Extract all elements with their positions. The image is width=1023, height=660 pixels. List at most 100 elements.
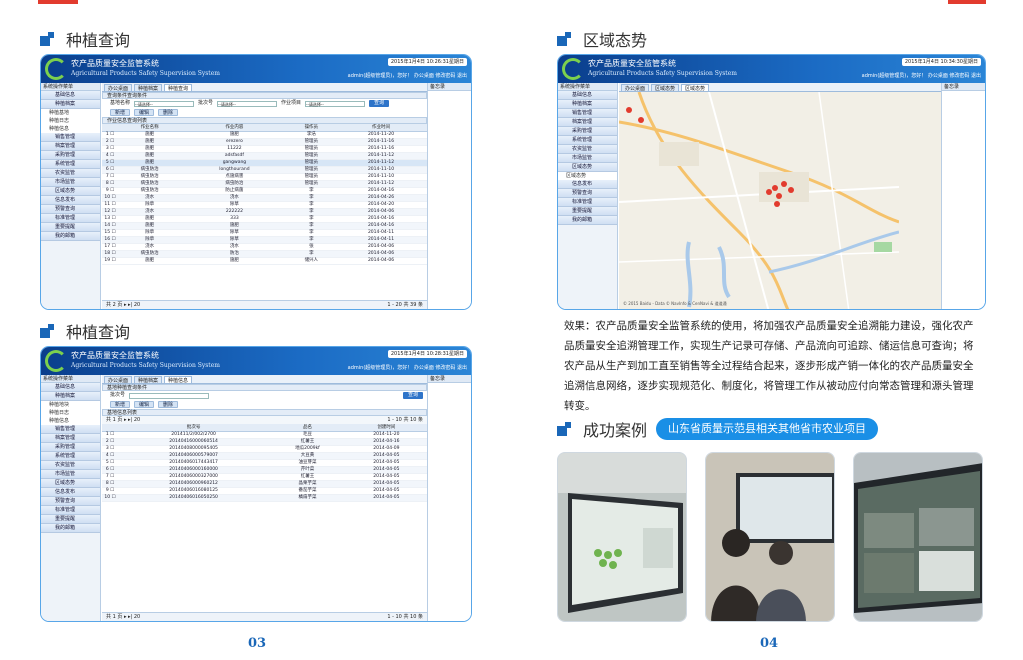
col-header[interactable]: 作业内容 [181,124,288,132]
top-pager-controls[interactable]: 共 1 页 ▸ ▸| 20 [106,417,140,423]
row-checkbox[interactable]: 18 ☐ [102,250,118,258]
add-button[interactable]: 新增 [110,109,131,116]
table-row[interactable]: 9 ☐ 病虫防治 防止病菌李 2014-04-16 [102,187,427,195]
sidebar-item[interactable]: 销售管理 [41,425,100,434]
table-row[interactable]: 3 ☐ 施肥 11222 管理员 2014-11-16 [102,145,427,153]
row-checkbox[interactable]: 19 ☐ [102,257,118,265]
batch-select[interactable]: --请选择-- [217,100,278,107]
sidebar-item[interactable]: 系统管理 [558,136,617,145]
sidebar-item[interactable]: 市场监管 [41,470,100,479]
tab-regional-active[interactable]: 区域态势 [681,84,710,92]
batch-input[interactable] [129,392,210,399]
sidebar-item[interactable]: 预警查询 [41,497,100,506]
sidebar-item[interactable]: 预警查询 [41,205,100,214]
table-row[interactable]: 3 ☐ 20140408000095405 地瓜2009kf 2014-04-09 [102,445,427,453]
table-row[interactable]: 6 ☐ 病虫防治 longthourand 管理员 2014-11-10 [102,166,427,174]
table-row[interactable]: 10 ☐ 20140406016050250 橘扇芋菜 2014-04-05 [102,494,427,502]
row-checkbox[interactable]: 3 ☐ [102,145,118,153]
pager-controls[interactable]: 共 2 页 ▸ ▸| 20 [106,302,140,308]
table-row[interactable]: 8 ☐ 病虫防治 病虫防治 管理员 2014-11-12 [102,180,427,188]
table-row[interactable]: 13 ☐ 施肥 333 李 2014-04-16 [102,215,427,223]
sidebar-subitem[interactable]: 种植日志 [41,117,100,125]
row-checkbox[interactable]: 15 ☐ [102,229,118,237]
sidebar-item[interactable]: 标准管理 [558,198,617,207]
sidebar-item[interactable]: 档案管理 [41,434,100,443]
sidebar-item[interactable]: 采购管理 [41,151,100,160]
sidebar-item[interactable]: 预警查询 [558,189,617,198]
sidebar-item[interactable]: 信息发布 [558,180,617,189]
sidebar-item[interactable]: 基础信息 [558,91,617,100]
row-checkbox[interactable]: 10 ☐ [102,494,118,502]
row-checkbox[interactable]: 4 ☐ [102,152,118,160]
sidebar-item[interactable]: 我的邮箱 [558,216,617,225]
sidebar-subitem[interactable]: 种植日志 [41,409,100,417]
query-button[interactable]: 查询 [369,100,390,107]
row-checkbox[interactable]: 10 ☐ [102,194,118,202]
sidebar-item[interactable]: 重要提醒 [41,515,100,524]
sidebar-item[interactable]: 种植档案 [558,100,617,109]
sidebar-item[interactable]: 标准管理 [41,506,100,515]
col-header[interactable]: 品名 [269,424,346,432]
sidebar-item[interactable]: 市场监管 [558,154,617,163]
sidebar-item[interactable]: 我的邮箱 [41,232,100,241]
user-bar[interactable]: admin(超级管理员)，您好！ 办公桌面 修改密码 退出 [348,72,467,79]
user-bar[interactable]: admin(超级管理员)，您好！ 办公桌面 修改密码 退出 [348,364,467,371]
table-row[interactable]: 2 ☐ 20140416000060514 红薯王 2014-04-16 [102,438,427,446]
row-checkbox[interactable]: 7 ☐ [102,473,118,481]
sidebar-item[interactable]: 区域态势 [558,163,617,172]
sidebar-item[interactable]: 档案管理 [558,118,617,127]
sidebar-item[interactable]: 基础信息 [41,91,100,100]
table-row[interactable]: 2 ☐ 施肥 erezero 管理员 2014-11-16 [102,138,427,146]
sidebar-item[interactable]: 系统管理 [41,160,100,169]
sidebar-subitem[interactable]: 种植基地 [41,109,100,117]
table-row[interactable]: 4 ☐ 施肥 adsfasdf 管理员 2014-11-12 [102,152,427,160]
row-checkbox[interactable]: 2 ☐ [102,438,118,446]
row-checkbox[interactable]: 11 ☐ [102,201,118,209]
table-row[interactable]: 8 ☐ 20140406000960212 晶栗芋菜 2014-04-05 [102,480,427,488]
sidebar-item[interactable]: 种植档案 [41,100,100,109]
row-checkbox[interactable]: 16 ☐ [102,236,118,244]
sidebar-item[interactable]: 采购管理 [41,443,100,452]
row-checkbox[interactable]: 2 ☐ [102,138,118,146]
table-row[interactable]: 15 ☐ 除草 除草李 2014-04-11 [102,229,427,237]
row-checkbox[interactable]: 4 ☐ [102,452,118,460]
sidebar-item[interactable]: 农资监管 [41,169,100,178]
row-checkbox[interactable]: 9 ☐ [102,487,118,495]
sidebar-item[interactable]: 档案管理 [41,142,100,151]
table-row[interactable]: 12 ☐ 浇水 222222 李 2014-04-06 [102,208,427,216]
table-row[interactable]: 18 ☐ 病虫防治 防治李 2014-04-06 [102,250,427,258]
row-checkbox[interactable]: 1 ☐ [102,131,118,139]
tab-desktop[interactable]: 办公桌面 [104,84,133,92]
pager-controls[interactable]: 共 1 页 ▸ ▸| 20 [106,614,140,620]
sidebar-subitem[interactable]: 区域态势 [558,172,617,180]
query-button[interactable]: 查询 [402,392,423,399]
row-checkbox[interactable]: 13 ☐ [102,215,118,223]
sidebar-item[interactable]: 标准管理 [41,214,100,223]
user-bar[interactable]: admin(超级管理员)，您好！ 办公桌面 修改密码 退出 [862,72,981,79]
sidebar-item[interactable]: 基础信息 [41,383,100,392]
table-row[interactable]: 1 ☐ 施肥 施肥 李浩 2014-11-20 [102,131,427,139]
sidebar-item[interactable]: 我的邮箱 [41,524,100,533]
sidebar-item[interactable]: 重要提醒 [558,207,617,216]
task-select[interactable]: --请选择-- [305,100,366,107]
row-checkbox[interactable]: 1 ☐ [102,431,118,439]
row-checkbox[interactable]: 8 ☐ [102,480,118,488]
table-row[interactable]: 1 ☐ 201411/2/002/2700 毛豆 2014-11-20 [102,431,427,439]
sidebar-item[interactable]: 销售管理 [41,133,100,142]
col-header[interactable]: 作业名称 [118,124,182,132]
row-checkbox[interactable]: 5 ☐ [102,159,118,167]
sidebar-item[interactable]: 系统管理 [41,452,100,461]
row-checkbox[interactable]: 6 ☐ [102,166,118,174]
table-row[interactable]: 7 ☐ 病虫防治 点施病害 管理员 2014-11-10 [102,173,427,181]
row-checkbox[interactable]: 9 ☐ [102,187,118,195]
delete-button[interactable]: 删除 [158,109,179,116]
row-checkbox[interactable]: 17 ☐ [102,243,118,251]
sidebar-item[interactable]: 农资监管 [41,461,100,470]
row-checkbox[interactable]: 6 ☐ [102,466,118,474]
table-row[interactable]: 5 ☐ 施肥 gangwang 管理员 2014-11-12 [102,159,427,167]
table-row[interactable]: 10 ☐ 浇水 浇水李 2014-04-26 [102,194,427,202]
col-header[interactable]: 创建时间 [345,424,427,432]
base-select[interactable]: --请选择-- [134,100,195,107]
sidebar-item[interactable]: 区域态势 [41,479,100,488]
table-row[interactable]: 4 ☐ 20140406000579007 大豆黄 2014-04-05 [102,452,427,460]
